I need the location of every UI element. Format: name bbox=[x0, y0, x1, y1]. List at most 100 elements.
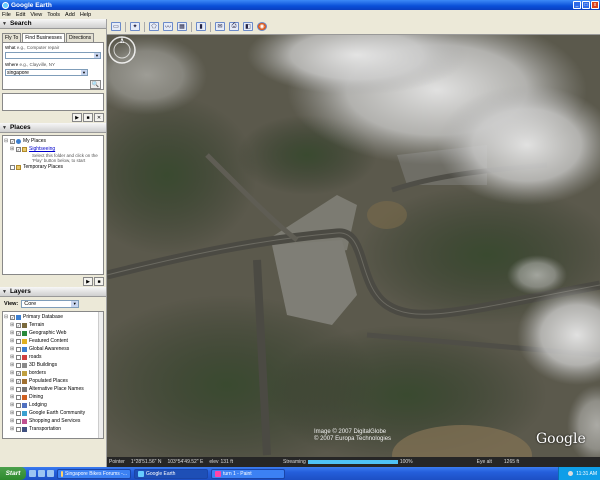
checkbox[interactable] bbox=[16, 354, 21, 360]
clear-icon[interactable]: ✕ bbox=[94, 112, 104, 122]
image-overlay-icon[interactable]: ▦ bbox=[177, 22, 187, 31]
media-icon[interactable] bbox=[47, 470, 54, 477]
longitude-readout: 103°54'49.52" E bbox=[167, 459, 204, 465]
compass-icon[interactable]: N bbox=[107, 35, 137, 65]
checkbox[interactable]: ✓ bbox=[16, 322, 21, 328]
tab-fly-to[interactable]: Fly To bbox=[2, 33, 22, 42]
checkbox[interactable] bbox=[16, 362, 21, 368]
checkbox[interactable] bbox=[10, 164, 15, 170]
checkbox[interactable]: ✓ bbox=[16, 146, 21, 152]
checkbox[interactable] bbox=[16, 394, 21, 400]
menu-edit[interactable]: Edit bbox=[16, 12, 25, 18]
menu-file[interactable]: File bbox=[2, 12, 11, 18]
checkbox[interactable] bbox=[16, 418, 21, 424]
quick-launch bbox=[29, 470, 54, 477]
play-icon[interactable]: ▶ bbox=[83, 276, 93, 286]
list-item[interactable]: ⊞ ✓ Sightseeing bbox=[4, 145, 102, 153]
checkbox[interactable]: ✓ bbox=[10, 314, 15, 320]
checkbox[interactable] bbox=[16, 426, 21, 432]
collapse-triangle-icon[interactable]: ▼ bbox=[2, 125, 7, 131]
layer-item[interactable]: ⊟ ✓ Primary Database bbox=[4, 313, 102, 321]
search-form: What e.g., Computer repair ▼ Where e.g.,… bbox=[2, 42, 104, 90]
layer-item[interactable]: ⊞ 3D Buildings bbox=[4, 361, 102, 369]
menu-add[interactable]: Add bbox=[65, 12, 75, 18]
layer-item[interactable]: ⊞ Shopping and Services bbox=[4, 417, 102, 425]
checkbox[interactable] bbox=[16, 346, 21, 352]
list-item[interactable]: Temporary Places bbox=[4, 163, 102, 171]
where-input[interactable]: singapore ▼ bbox=[5, 69, 88, 76]
tray-icon[interactable] bbox=[568, 471, 574, 476]
layer-label: 3D Buildings bbox=[29, 362, 58, 368]
layer-item[interactable]: ⊞ Alternative Place Names bbox=[4, 385, 102, 393]
checkbox[interactable]: ✓ bbox=[16, 330, 21, 336]
collapse-triangle-icon[interactable]: ▼ bbox=[2, 21, 7, 27]
menu-view[interactable]: View bbox=[30, 12, 42, 18]
title-bar: Google Earth _ □ x bbox=[0, 0, 600, 10]
collapse-triangle-icon[interactable]: ▼ bbox=[2, 289, 7, 295]
maximize-button[interactable]: □ bbox=[582, 1, 590, 9]
search-controls: ▶ ■ ✕ bbox=[0, 111, 106, 123]
checkbox[interactable] bbox=[16, 338, 21, 344]
search-results-list[interactable] bbox=[2, 93, 104, 111]
places-header[interactable]: ▼ Places bbox=[0, 123, 106, 133]
sky-icon[interactable]: ◉ bbox=[257, 22, 267, 31]
list-item[interactable]: ⊟ ✓ My Places bbox=[4, 137, 102, 145]
layer-icon bbox=[22, 378, 27, 384]
layer-item[interactable]: ⊞ ✓ Terrain bbox=[4, 321, 102, 329]
google-earth-icon bbox=[2, 1, 9, 9]
polygon-icon[interactable]: ⬠ bbox=[149, 22, 159, 31]
menu-tools[interactable]: Tools bbox=[47, 12, 60, 18]
layer-item[interactable]: ⊞ ✓ Populated Places bbox=[4, 377, 102, 385]
checkbox[interactable]: ✓ bbox=[16, 378, 21, 384]
print-icon[interactable]: ⎙ bbox=[229, 22, 239, 31]
layer-item[interactable]: ⊞ Dining bbox=[4, 393, 102, 401]
desktop-icon[interactable] bbox=[38, 470, 45, 477]
layer-item[interactable]: ⊞ Google Earth Community bbox=[4, 409, 102, 417]
play-icon[interactable]: ▶ bbox=[72, 112, 82, 122]
stop-icon[interactable]: ■ bbox=[94, 276, 104, 286]
taskbar-item-google-earth[interactable]: Google Earth bbox=[134, 468, 208, 479]
elevation-label: elev bbox=[209, 459, 219, 465]
menu-help[interactable]: Help bbox=[80, 12, 91, 18]
sidebar-toggle-icon[interactable]: ▭ bbox=[111, 22, 121, 31]
view-select[interactable]: Core ▼ bbox=[21, 300, 80, 308]
map-view[interactable]: N Image © 2007 DigitalGlobe © 2007 Europ… bbox=[107, 35, 600, 457]
layer-label: Terrain bbox=[29, 322, 45, 328]
placemark-icon[interactable]: ✦ bbox=[130, 22, 140, 31]
google-logo: Google bbox=[536, 431, 586, 447]
layer-item[interactable]: ⊞ Transportation bbox=[4, 425, 102, 433]
checkbox[interactable]: ✓ bbox=[10, 138, 15, 144]
close-button[interactable]: x bbox=[591, 1, 599, 9]
layer-item[interactable]: ⊞ roads bbox=[4, 353, 102, 361]
layer-icon bbox=[22, 346, 27, 352]
layer-item[interactable]: ⊞ Global Awareness bbox=[4, 345, 102, 353]
email-icon[interactable]: ✉ bbox=[215, 22, 225, 31]
google-maps-icon[interactable]: ◧ bbox=[243, 22, 253, 31]
tab-directions[interactable]: Directions bbox=[65, 33, 95, 42]
layers-scrollbar[interactable] bbox=[98, 312, 103, 438]
layer-item[interactable]: ⊞ ✓ Geographic Web bbox=[4, 329, 102, 337]
layers-header[interactable]: ▼ Layers bbox=[0, 287, 106, 297]
start-button[interactable]: Start bbox=[0, 467, 26, 480]
ruler-icon[interactable]: ▮ bbox=[196, 22, 206, 31]
browser-icon[interactable] bbox=[29, 470, 36, 477]
minimize-button[interactable]: _ bbox=[573, 1, 581, 9]
path-icon[interactable]: 〰 bbox=[163, 22, 173, 31]
what-input[interactable]: ▼ bbox=[5, 52, 101, 59]
taskbar-item-paint[interactable]: turn 1 - Paint bbox=[211, 468, 285, 479]
list-item-label[interactable]: Sightseeing bbox=[29, 146, 55, 152]
checkbox[interactable] bbox=[16, 386, 21, 392]
layer-item[interactable]: ⊞ Featured Content bbox=[4, 337, 102, 345]
taskbar-item-forum[interactable]: Singapore Bikes Forums -... bbox=[57, 468, 131, 479]
layer-item[interactable]: ⊞ ✓ borders bbox=[4, 369, 102, 377]
tab-find-businesses[interactable]: Find Businesses bbox=[22, 33, 65, 42]
globe-icon bbox=[16, 138, 21, 144]
layer-item[interactable]: ⊞ Lodging bbox=[4, 401, 102, 409]
folder-icon bbox=[22, 146, 27, 152]
checkbox[interactable] bbox=[16, 410, 21, 416]
search-go-icon[interactable]: 🔍 bbox=[90, 80, 101, 89]
search-header[interactable]: ▼ Search bbox=[0, 19, 106, 29]
checkbox[interactable]: ✓ bbox=[16, 370, 21, 376]
stop-icon[interactable]: ■ bbox=[83, 112, 93, 122]
checkbox[interactable] bbox=[16, 402, 21, 408]
